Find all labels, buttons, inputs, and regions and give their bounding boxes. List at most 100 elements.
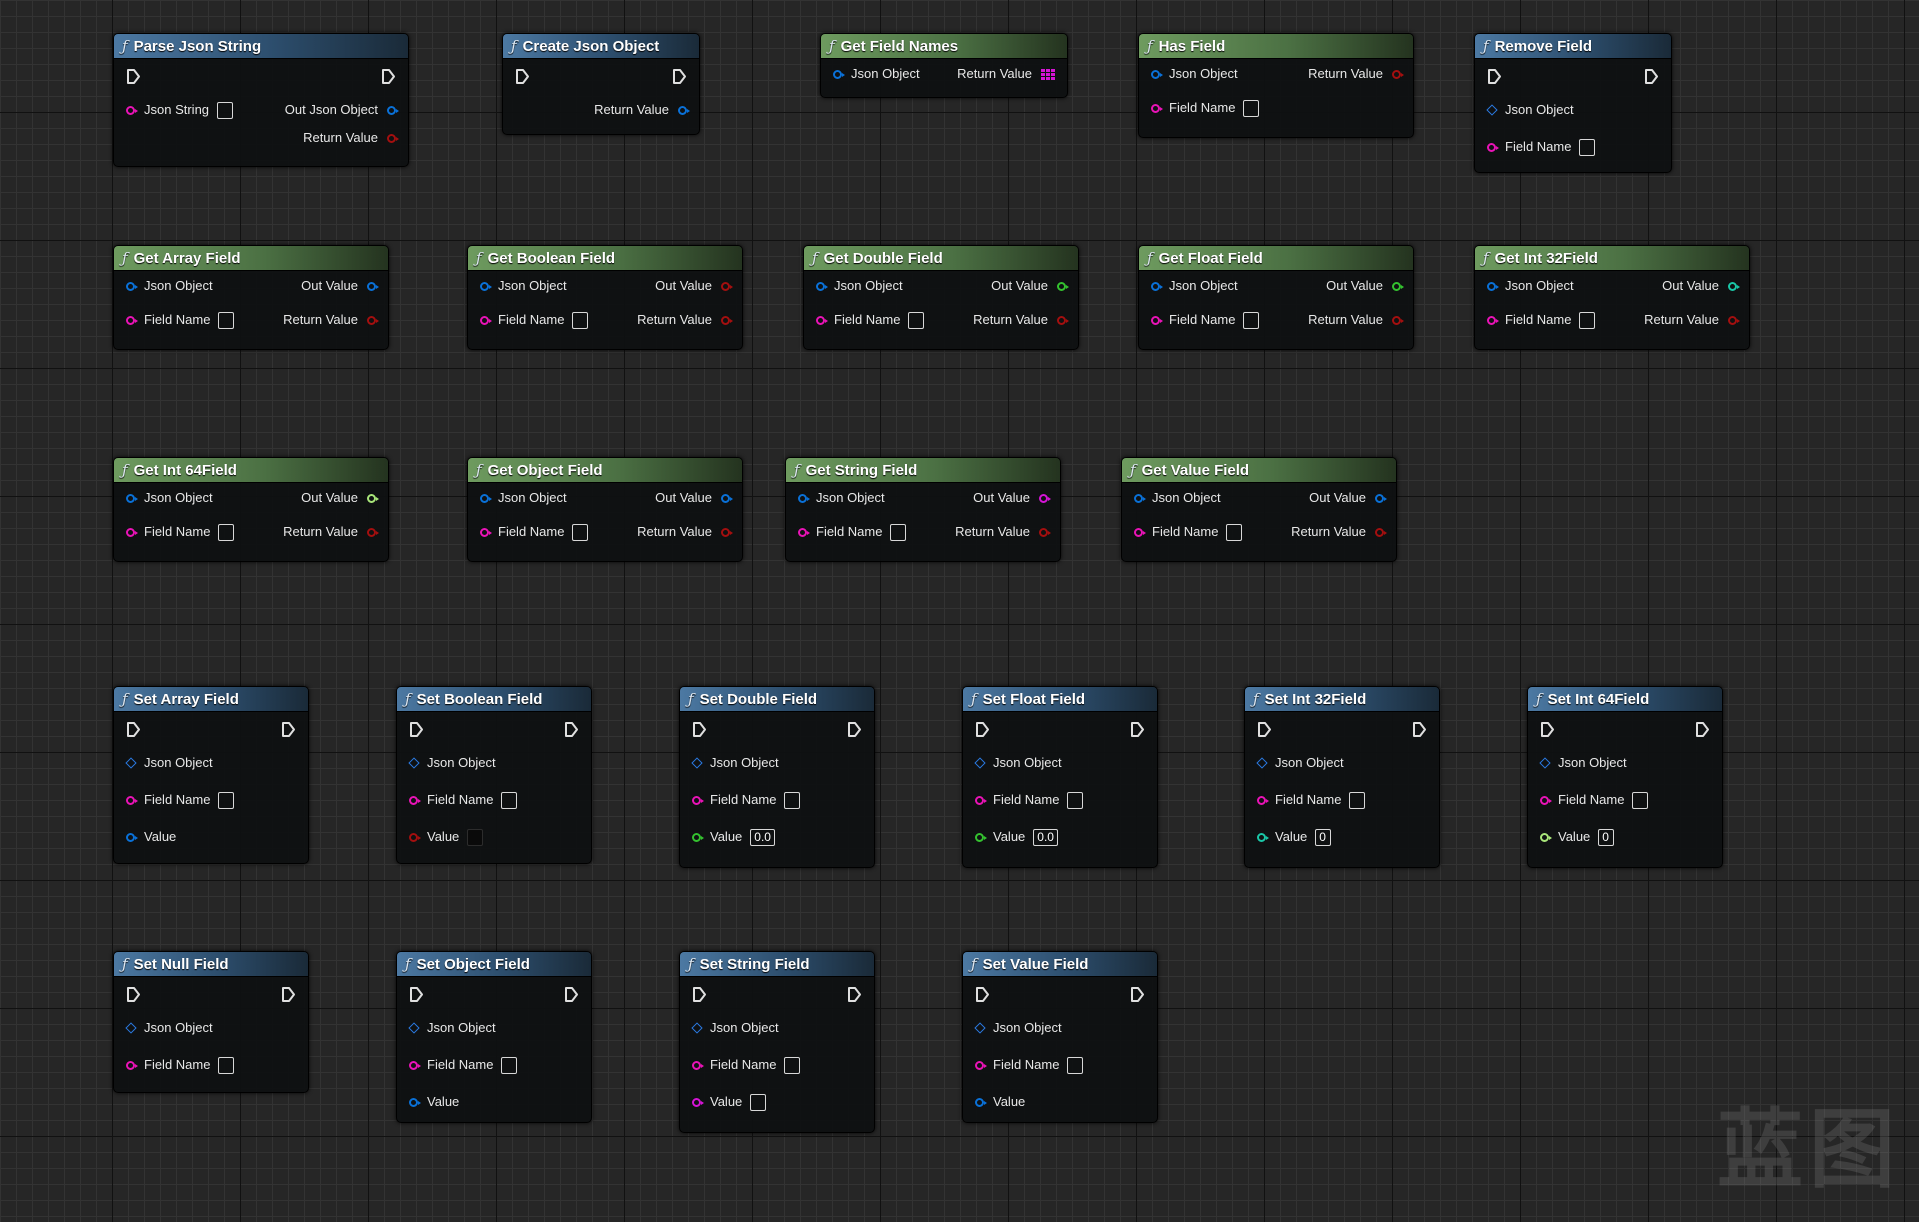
exec-pin[interactable] xyxy=(381,68,396,85)
pin-default-value-input[interactable] xyxy=(218,311,235,329)
data-pin[interactable] xyxy=(1134,493,1146,503)
node-title[interactable]: ƒ Set Array Field xyxy=(114,687,308,712)
data-pin[interactable] xyxy=(1392,315,1404,325)
object-reference-pin[interactable] xyxy=(974,1022,986,1034)
pin-default-value-input[interactable] xyxy=(890,523,907,541)
node-get-object-field[interactable]: ƒ Get Object Field Json Object Field Name Ou… xyxy=(467,457,743,562)
object-reference-pin[interactable] xyxy=(1256,757,1268,769)
data-pin[interactable] xyxy=(816,281,828,291)
pin-default-value-input[interactable] xyxy=(1067,1056,1084,1074)
exec-pin[interactable] xyxy=(409,721,424,738)
array-pin[interactable] xyxy=(1041,68,1055,80)
node-title[interactable]: ƒ Set Float Field xyxy=(963,687,1157,712)
node-get-double-field[interactable]: ƒ Get Double Field Json Object Field Name Ou… xyxy=(803,245,1079,350)
node-title[interactable]: ƒ Set String Field xyxy=(680,952,874,977)
object-reference-pin[interactable] xyxy=(691,1022,703,1034)
data-pin[interactable] xyxy=(480,493,492,503)
exec-pin[interactable] xyxy=(281,721,296,738)
data-pin[interactable] xyxy=(1728,281,1740,291)
data-pin[interactable] xyxy=(721,493,733,503)
node-title[interactable]: ƒ Get Object Field xyxy=(468,458,742,483)
object-reference-pin[interactable] xyxy=(125,757,137,769)
data-pin[interactable] xyxy=(1487,315,1499,325)
exec-pin[interactable] xyxy=(672,68,687,85)
data-pin[interactable] xyxy=(1540,832,1552,842)
data-pin[interactable] xyxy=(1540,795,1552,805)
data-pin[interactable] xyxy=(387,133,399,143)
exec-pin[interactable] xyxy=(1130,721,1145,738)
node-remove-field[interactable]: ƒ Remove Field Json Object Field Name xyxy=(1474,33,1672,173)
node-title[interactable]: ƒ Get Value Field xyxy=(1122,458,1396,483)
data-pin[interactable] xyxy=(1257,832,1269,842)
pin-default-value-input[interactable] xyxy=(501,791,518,809)
pin-default-value-input[interactable] xyxy=(1632,791,1649,809)
node-set-value-field[interactable]: ƒ Set Value Field Json Object Field Name Val… xyxy=(962,951,1158,1123)
node-get-string-field[interactable]: ƒ Get String Field Json Object Field Name Ou… xyxy=(785,457,1061,562)
data-pin[interactable] xyxy=(480,315,492,325)
node-title[interactable]: ƒ Set Double Field xyxy=(680,687,874,712)
pin-default-value-input[interactable] xyxy=(1349,791,1366,809)
exec-pin[interactable] xyxy=(409,986,424,1003)
data-pin[interactable] xyxy=(1375,527,1387,537)
exec-pin[interactable] xyxy=(126,986,141,1003)
node-title[interactable]: ƒ Get Float Field xyxy=(1139,246,1413,271)
data-pin[interactable] xyxy=(975,1097,987,1107)
node-get-value-field[interactable]: ƒ Get Value Field Json Object Field Name Out… xyxy=(1121,457,1397,562)
pin-default-value-input[interactable]: 0.0 xyxy=(750,828,775,846)
data-pin[interactable] xyxy=(975,832,987,842)
node-title[interactable]: ƒ Get String Field xyxy=(786,458,1060,483)
node-title[interactable]: ƒ Set Int 32Field xyxy=(1245,687,1439,712)
pin-default-value-input[interactable] xyxy=(1579,311,1596,329)
pin-default-value-input[interactable] xyxy=(908,311,925,329)
data-pin[interactable] xyxy=(721,527,733,537)
exec-pin[interactable] xyxy=(692,721,707,738)
data-pin[interactable] xyxy=(975,795,987,805)
node-get-field-names[interactable]: ƒ Get Field Names Json Object Return Value xyxy=(820,33,1068,98)
data-pin[interactable] xyxy=(1392,69,1404,79)
data-pin[interactable] xyxy=(480,281,492,291)
data-pin[interactable] xyxy=(975,1060,987,1070)
node-title[interactable]: ƒ Set Value Field xyxy=(963,952,1157,977)
object-reference-pin[interactable] xyxy=(1539,757,1551,769)
data-pin[interactable] xyxy=(367,315,379,325)
data-pin[interactable] xyxy=(833,69,845,79)
data-pin[interactable] xyxy=(367,527,379,537)
exec-pin[interactable] xyxy=(515,68,530,85)
exec-pin[interactable] xyxy=(1695,721,1710,738)
node-set-array-field[interactable]: ƒ Set Array Field Json Object Field Name Val… xyxy=(113,686,309,864)
data-pin[interactable] xyxy=(1487,281,1499,291)
pin-default-value-input[interactable] xyxy=(1243,99,1260,117)
exec-pin[interactable] xyxy=(1540,721,1555,738)
data-pin[interactable] xyxy=(1039,527,1051,537)
node-get-array-field[interactable]: ƒ Get Array Field Json Object Field Name Out… xyxy=(113,245,389,350)
exec-pin[interactable] xyxy=(1412,721,1427,738)
exec-pin[interactable] xyxy=(1257,721,1272,738)
data-pin[interactable] xyxy=(367,493,379,503)
node-create-json-object[interactable]: ƒ Create Json Object Return Value xyxy=(502,33,700,135)
pin-default-value-input[interactable] xyxy=(1226,523,1243,541)
pin-default-value-input[interactable] xyxy=(750,1093,767,1111)
data-pin[interactable] xyxy=(1151,103,1163,113)
data-pin[interactable] xyxy=(126,493,138,503)
pin-default-value-input[interactable]: 0 xyxy=(1315,828,1332,846)
node-has-field[interactable]: ƒ Has Field Json Object Field Name Return Va… xyxy=(1138,33,1414,138)
data-pin[interactable] xyxy=(126,832,138,842)
pin-default-value-input[interactable] xyxy=(1243,311,1260,329)
node-title[interactable]: ƒ Create Json Object xyxy=(503,34,699,59)
data-pin[interactable] xyxy=(480,527,492,537)
data-pin[interactable] xyxy=(692,832,704,842)
node-title[interactable]: ƒ Get Boolean Field xyxy=(468,246,742,271)
object-reference-pin[interactable] xyxy=(691,757,703,769)
data-pin[interactable] xyxy=(409,832,421,842)
object-reference-pin[interactable] xyxy=(408,757,420,769)
data-pin[interactable] xyxy=(409,795,421,805)
pin-default-value-input[interactable] xyxy=(784,1056,801,1074)
node-set-double-field[interactable]: ƒ Set Double Field Json Object Field Name Va… xyxy=(679,686,875,868)
data-pin[interactable] xyxy=(798,493,810,503)
pin-default-value-input[interactable] xyxy=(218,791,235,809)
node-title[interactable]: ƒ Set Object Field xyxy=(397,952,591,977)
data-pin[interactable] xyxy=(126,527,138,537)
pin-default-value-input[interactable] xyxy=(467,828,484,846)
node-title[interactable]: ƒ Get Int 32Field xyxy=(1475,246,1749,271)
data-pin[interactable] xyxy=(1057,281,1069,291)
